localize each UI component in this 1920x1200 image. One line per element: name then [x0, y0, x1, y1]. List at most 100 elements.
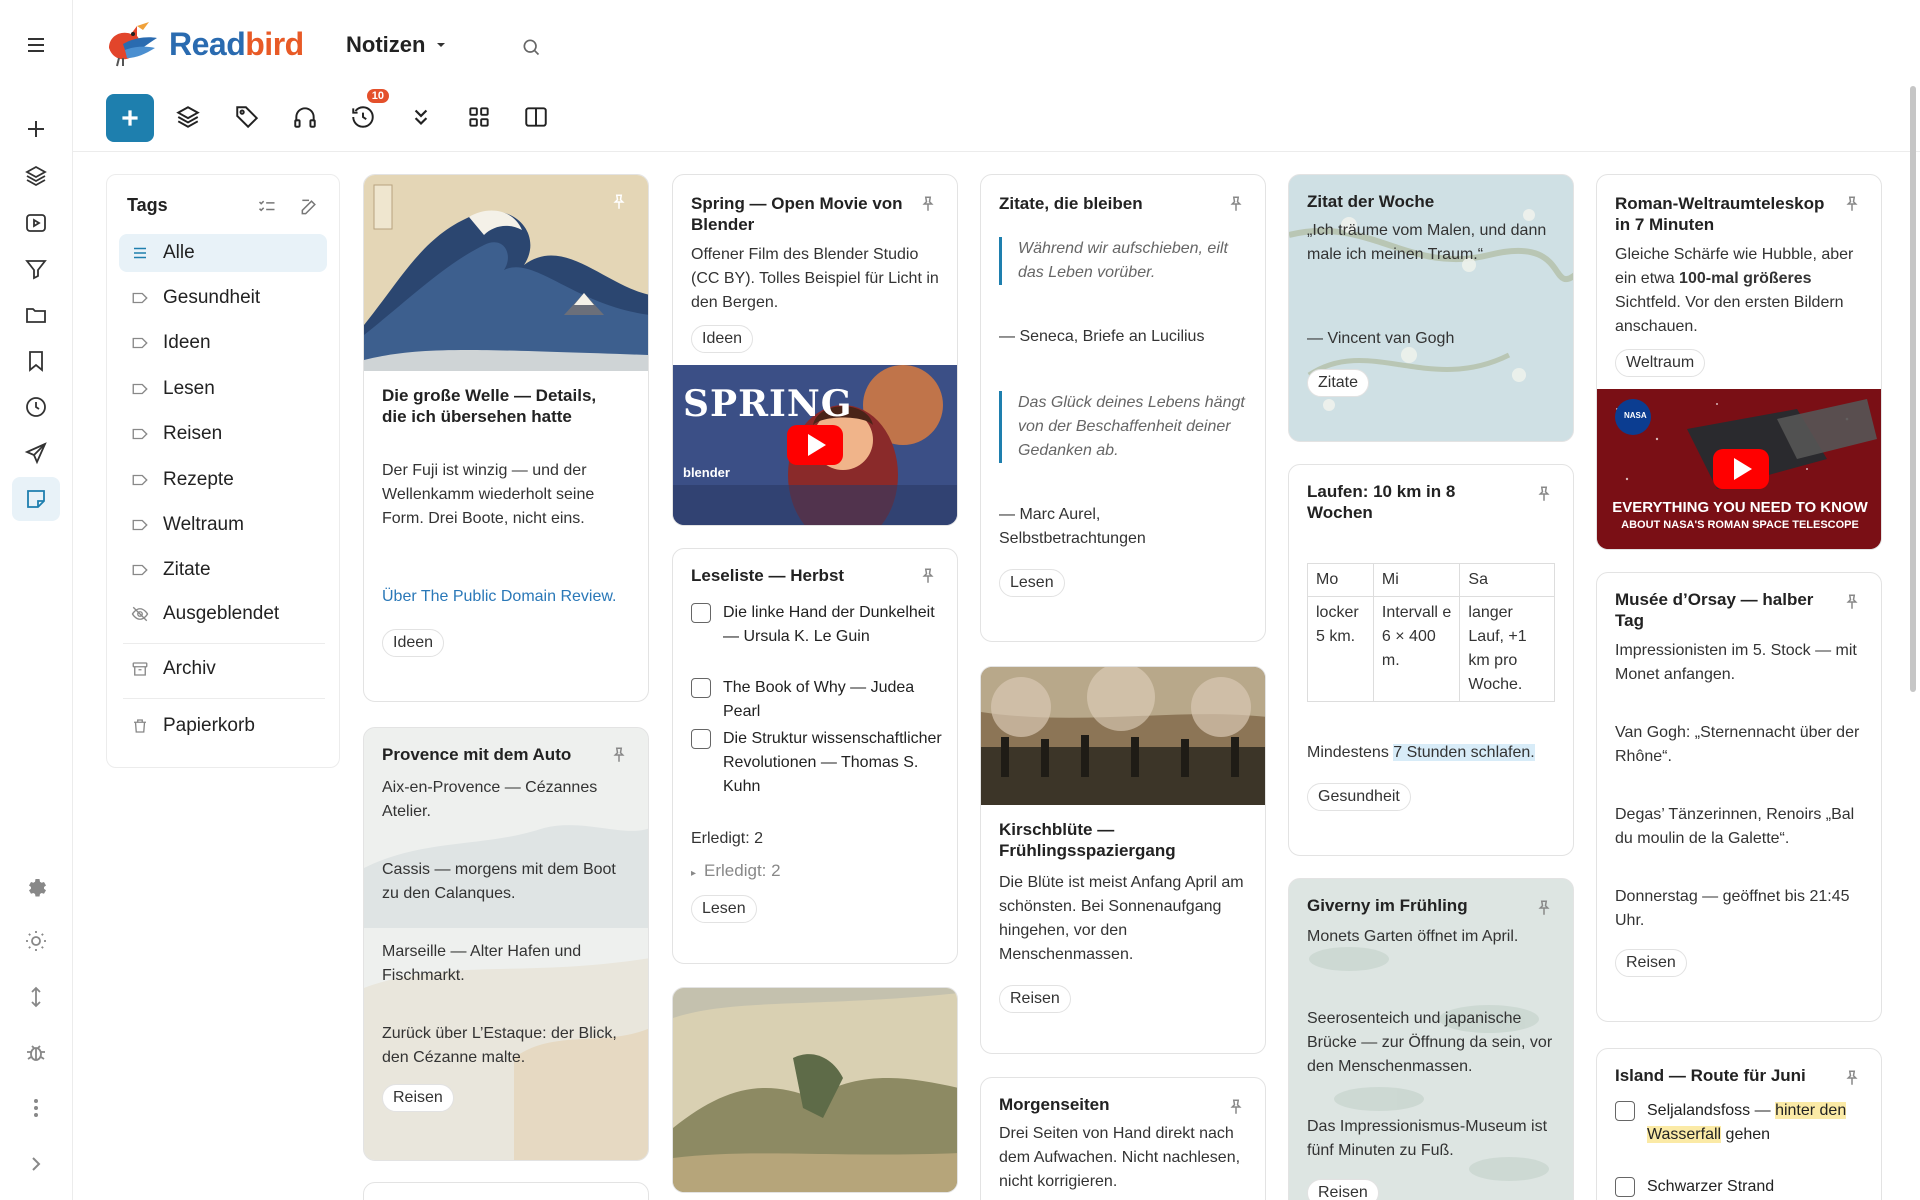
trash-item[interactable]: Papierkorb	[119, 707, 327, 745]
note-card-giverny[interactable]: Giverny im Frühling Monets Garten öffnet…	[1288, 878, 1574, 1200]
video-thumbnail[interactable]: NASA EVERYTHING YOU NEED TO KNOW ABOUT N…	[1597, 389, 1881, 549]
tags-button[interactable]	[225, 95, 269, 139]
checkbox[interactable]	[1615, 1101, 1635, 1121]
play-button[interactable]	[787, 425, 843, 465]
note-card-leseliste[interactable]: Leseliste — Herbst Die linke Hand der Du…	[672, 548, 958, 964]
card-text: Monets Garten öffnet im April.	[1307, 928, 1519, 945]
grid-view-button[interactable]	[457, 95, 501, 139]
menu-button[interactable]	[12, 23, 60, 67]
tag-alle[interactable]: Alle	[119, 234, 327, 272]
split-view-button[interactable]	[514, 95, 558, 139]
note-card-island[interactable]: Island — Route für Juni Seljalandsfoss —…	[1596, 1048, 1882, 1200]
tag-chip[interactable]: Gesundheit	[1307, 783, 1411, 811]
tag-weltraum[interactable]: Weltraum	[119, 506, 327, 544]
note-card-spring[interactable]: Spring — Open Movie von Blender Offener …	[672, 174, 958, 526]
tag-select-button[interactable]	[253, 193, 281, 221]
pin-button[interactable]	[1535, 485, 1557, 507]
tag-ideen[interactable]: Ideen	[119, 324, 327, 362]
pin-button[interactable]	[1227, 1098, 1249, 1120]
pin-button[interactable]	[1843, 593, 1865, 615]
settings-button[interactable]	[12, 864, 60, 908]
tag-chip[interactable]: Lesen	[691, 895, 757, 923]
nav-notes[interactable]	[12, 477, 60, 521]
source-link[interactable]: Über The Public Domain Review.	[382, 588, 616, 605]
nav-bookmarks[interactable]	[12, 339, 60, 383]
nav-filter[interactable]	[12, 247, 60, 291]
view-selector[interactable]: Notizen	[346, 32, 447, 58]
scrollbar[interactable]	[1910, 86, 1916, 692]
tag-chip[interactable]: Reisen	[999, 985, 1071, 1013]
more-button[interactable]	[12, 1086, 60, 1130]
nav-history[interactable]	[12, 385, 60, 429]
pin-button[interactable]	[919, 567, 941, 589]
add-button[interactable]	[12, 107, 60, 151]
checkbox[interactable]	[1615, 1177, 1635, 1197]
checklist-item[interactable]: Die Struktur wissenschaftlicher Revoluti…	[691, 727, 943, 799]
tag-chip[interactable]: Ideen	[691, 325, 754, 353]
card-text: Marseille — Alter Hafen und Fischmarkt.	[382, 943, 582, 984]
tag-icon	[236, 106, 259, 129]
tag-lesen[interactable]: Lesen	[119, 370, 327, 408]
tag-chip[interactable]: Lesen	[999, 569, 1065, 597]
tag-chip[interactable]: Reisen	[1307, 1179, 1379, 1200]
card-title: Musée d’Orsay — halber Tag	[1615, 590, 1814, 630]
search-button[interactable]	[516, 32, 546, 62]
add-note-button[interactable]	[106, 94, 154, 142]
tag-chip[interactable]: Reisen	[1615, 949, 1687, 977]
checkbox[interactable]	[691, 729, 711, 749]
note-card-welle[interactable]: Die große Welle — Details, die ich übers…	[363, 174, 649, 702]
note-card-orsay[interactable]: Musée d’Orsay — halber Tag Impressionist…	[1596, 572, 1882, 1022]
tag-reisen[interactable]: Reisen	[119, 415, 327, 453]
checklist-item[interactable]: Schwarzer Strand	[1615, 1175, 1867, 1199]
play-button[interactable]	[1713, 449, 1769, 489]
checkbox[interactable]	[691, 603, 711, 623]
note-card-roman[interactable]: Roman-Weltraumteleskop in 7 Minuten Glei…	[1596, 174, 1882, 550]
note-card-woche[interactable]: Zitat der Woche „Ich träume vom Malen, u…	[1288, 174, 1574, 442]
tag-chip[interactable]: Weltraum	[1615, 349, 1706, 377]
pin-button[interactable]	[1843, 195, 1865, 217]
note-card-provence[interactable]: Provence mit dem Auto Aix-en-Provence — …	[363, 727, 649, 1161]
pin-button[interactable]	[1227, 195, 1249, 217]
pin-button[interactable]	[1535, 899, 1557, 921]
nav-send[interactable]	[12, 431, 60, 475]
note-card-partial[interactable]	[363, 1182, 649, 1200]
debug-button[interactable]	[12, 1030, 60, 1074]
pin-button[interactable]	[1843, 1069, 1865, 1091]
pin-button[interactable]	[610, 193, 632, 215]
done-toggle[interactable]: ▸ Erledigt: 2	[691, 859, 941, 886]
grid-icon	[469, 107, 489, 127]
sort-button[interactable]	[12, 975, 60, 1019]
note-card-laufen[interactable]: Laufen: 10 km in 8 Wochen Mo Mi Sa locker …	[1288, 464, 1574, 856]
note-card-kirsch[interactable]: Kirschblüte — Frühlingsspaziergang Die B…	[980, 666, 1266, 1054]
theme-toggle[interactable]	[12, 919, 60, 963]
checklist-item[interactable]: Seljalandsfoss — hinter den Wasserfall g…	[1615, 1099, 1867, 1147]
checkbox[interactable]	[691, 678, 711, 698]
expand-rail-button[interactable]	[12, 1142, 60, 1186]
nav-folders[interactable]	[12, 293, 60, 337]
pin-button[interactable]	[919, 195, 941, 217]
note-card-morgen[interactable]: Morgenseiten Drei Seiten von Hand direkt…	[980, 1077, 1266, 1200]
pin-button[interactable]	[610, 746, 632, 768]
collapse-all-button[interactable]	[399, 95, 443, 139]
checklist-item[interactable]: The Book of Why — Judea Pearl	[691, 676, 943, 724]
tag-gesundheit[interactable]: Gesundheit	[119, 279, 327, 317]
collections-button[interactable]	[166, 95, 210, 139]
tag-chip[interactable]: Zitate	[1307, 369, 1370, 397]
history-button[interactable]: 10	[341, 89, 389, 139]
tag-rezepte[interactable]: Rezepte	[119, 461, 327, 499]
video-thumbnail[interactable]: SPRING blender	[673, 365, 957, 525]
note-card-landscape[interactable]	[672, 987, 958, 1193]
tag-ausgeblendet[interactable]: Ausgeblendet	[119, 595, 327, 633]
nav-library[interactable]	[12, 154, 60, 198]
note-card-zitate[interactable]: Zitate, die bleiben Während wir aufschie…	[980, 174, 1266, 642]
nav-videos[interactable]	[12, 201, 60, 245]
tag-edit-button[interactable]	[295, 193, 323, 221]
tag-chip[interactable]: Reisen	[382, 1084, 454, 1112]
table-cell: Intervall e 6 × 400 m.	[1372, 596, 1461, 702]
app-logo[interactable]: Readbird	[103, 18, 304, 70]
audio-button[interactable]	[283, 95, 327, 139]
archive-item[interactable]: Archiv	[119, 650, 327, 688]
tag-zitate[interactable]: Zitate	[119, 551, 327, 589]
tag-chip[interactable]: Ideen	[382, 629, 445, 657]
checklist-item[interactable]: Die linke Hand der Dunkelheit — Ursula K…	[691, 601, 943, 649]
